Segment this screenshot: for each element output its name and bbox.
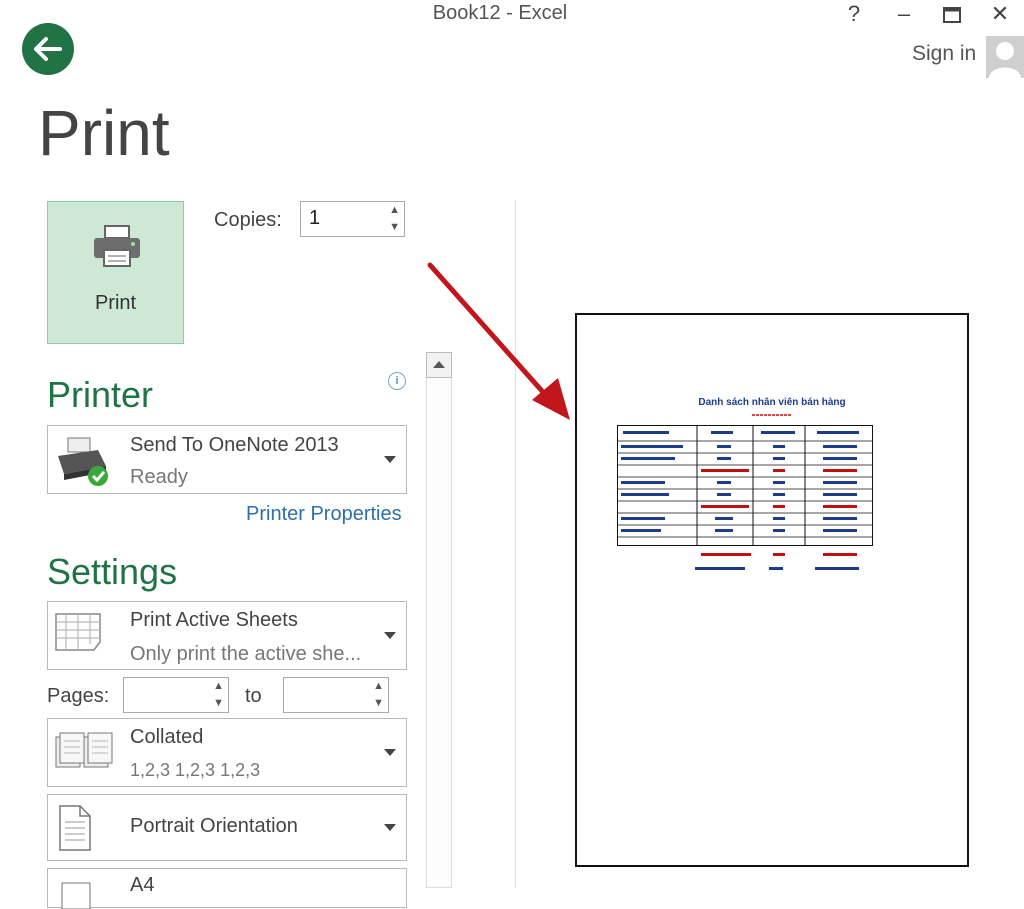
- paper-size-icon: [61, 882, 91, 909]
- settings-scrollbar[interactable]: [426, 352, 452, 888]
- printer-heading: Printer: [47, 374, 154, 415]
- print-scope-select[interactable]: Print Active Sheets Only print the activ…: [47, 601, 407, 670]
- paper-size-title: A4: [130, 874, 155, 896]
- pages-from-input[interactable]: ▲ ▼: [123, 677, 229, 713]
- orientation-select[interactable]: Portrait Orientation: [47, 794, 407, 861]
- info-icon[interactable]: i: [388, 372, 406, 390]
- printer-select[interactable]: Send To OneNote 2013 Ready: [47, 425, 407, 494]
- print-preview-page: Danh sách nhân viên bán hàng: [575, 313, 969, 867]
- chevron-down-icon: [384, 824, 396, 831]
- print-button[interactable]: Print: [47, 201, 184, 344]
- copies-label: Copies:: [214, 209, 282, 231]
- preview-table: [617, 425, 873, 570]
- increase-icon[interactable]: ▲: [213, 681, 224, 692]
- print-button-label: Print: [94, 292, 137, 314]
- minimize-button[interactable]: –: [884, 0, 924, 28]
- increase-icon[interactable]: ▲: [373, 681, 384, 692]
- chevron-down-icon: [384, 749, 396, 756]
- increase-icon[interactable]: ▲: [389, 205, 400, 216]
- maximize-icon: [943, 7, 961, 23]
- sheet-grid-icon: [55, 613, 101, 651]
- print-scope-title: Print Active Sheets: [130, 609, 298, 631]
- chevron-down-icon: [384, 632, 396, 639]
- pages-to-input[interactable]: ▲ ▼: [283, 677, 389, 713]
- paper-size-select[interactable]: A4: [47, 868, 407, 909]
- print-scope-desc: Only print the active she...: [130, 643, 362, 665]
- settings-heading: Settings: [47, 551, 178, 592]
- chevron-down-icon: [384, 456, 396, 463]
- sign-in-link[interactable]: Sign in: [912, 42, 976, 66]
- preview-title: Danh sách nhân viên bán hàng: [698, 397, 846, 408]
- user-icon: [989, 42, 1021, 78]
- collation-select[interactable]: Collated 1,2,3 1,2,3 1,2,3: [47, 718, 407, 787]
- collation-title: Collated: [130, 726, 204, 748]
- back-arrow-icon: [34, 37, 62, 61]
- annotation-arrow: [427, 262, 570, 420]
- decrease-icon[interactable]: ▼: [389, 222, 400, 233]
- decrease-icon[interactable]: ▼: [213, 698, 224, 709]
- orientation-title: Portrait Orientation: [130, 815, 298, 837]
- avatar[interactable]: [986, 36, 1024, 78]
- pages-to-label: to: [245, 685, 262, 707]
- copies-stepper[interactable]: 1 ▲ ▼: [300, 201, 405, 237]
- collated-pages-icon: [55, 732, 113, 768]
- maximize-button[interactable]: [932, 0, 972, 28]
- portrait-page-icon: [59, 805, 91, 851]
- help-button[interactable]: ?: [834, 0, 874, 28]
- back-button[interactable]: [22, 23, 74, 75]
- pages-label: Pages:: [47, 685, 110, 707]
- copies-value: 1: [309, 207, 321, 229]
- decrease-icon[interactable]: ▼: [373, 698, 384, 709]
- preview-subtitle: [577, 413, 967, 419]
- printer-properties-link[interactable]: Printer Properties: [246, 503, 402, 526]
- printer-name: Send To OneNote 2013: [130, 434, 339, 456]
- printer-status: Ready: [130, 466, 188, 488]
- close-button[interactable]: ✕: [980, 0, 1020, 28]
- collation-desc: 1,2,3 1,2,3 1,2,3: [130, 760, 261, 780]
- printer-ready-icon: [58, 437, 108, 486]
- printer-icon: [94, 225, 140, 267]
- page-title: Print: [38, 97, 170, 169]
